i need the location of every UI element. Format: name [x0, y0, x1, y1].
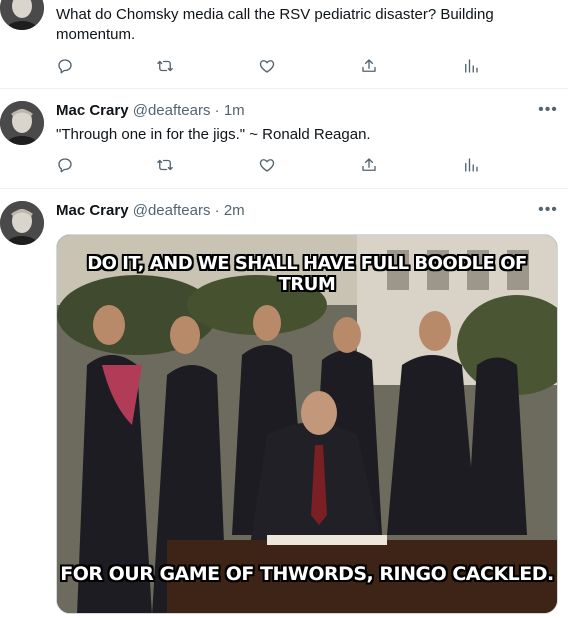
- meme-caption-top: DO IT, AND WE SHALL HAVE FULL BOODLE OF …: [87, 253, 527, 295]
- timestamp[interactable]: 2m: [224, 202, 245, 219]
- avatar[interactable]: [0, 201, 44, 245]
- tweet-3[interactable]: Mac Crary @deaftears · 2m ••• DO IT, AND…: [0, 0, 568, 618]
- avatar-image: [0, 201, 44, 245]
- separator: ·: [210, 202, 224, 219]
- more-icon[interactable]: •••: [538, 202, 558, 223]
- tweet-header: Mac Crary @deaftears · 2m: [56, 201, 245, 221]
- display-name[interactable]: Mac Crary: [56, 202, 129, 219]
- tweet-image[interactable]: DO IT, AND WE SHALL HAVE FULL BOODLE OF …: [56, 234, 558, 614]
- meme-caption-bottom: FOR OUR GAME OF THWORDS, RINGO CACKLED.: [60, 563, 554, 585]
- user-handle[interactable]: @deaftears: [133, 202, 211, 219]
